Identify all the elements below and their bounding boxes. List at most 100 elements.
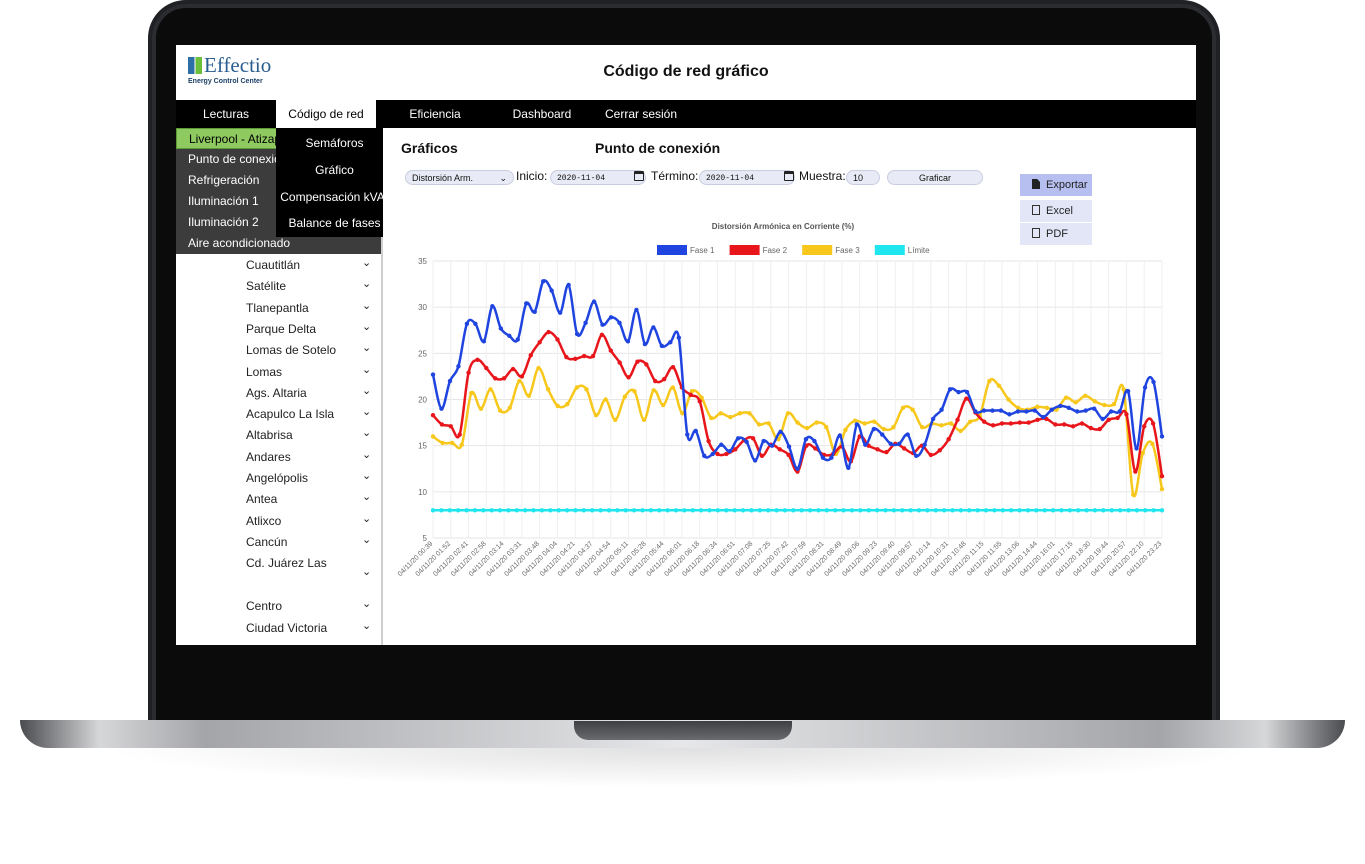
data-point [600, 322, 605, 327]
data-point [519, 374, 525, 379]
data-point [728, 414, 733, 420]
data-point [862, 421, 867, 426]
data-point [1102, 402, 1107, 408]
data-point [1067, 508, 1073, 513]
data-point [473, 321, 478, 326]
chevron-down-icon[interactable]: ⌄ [362, 512, 371, 525]
data-point [999, 421, 1005, 426]
data-point [947, 387, 953, 392]
nav-cerrar-sesion[interactable]: Cerrar sesión [596, 100, 686, 128]
data-point [910, 407, 915, 412]
nav-eficiencia[interactable]: Eficiencia energética [380, 100, 490, 149]
data-point [958, 508, 964, 513]
location-label: Acapulco La Isla [246, 407, 335, 422]
data-point [430, 508, 436, 513]
data-point [632, 388, 637, 394]
data-point [497, 408, 503, 413]
chevron-down-icon[interactable]: ⌄ [362, 320, 371, 333]
chevron-down-icon[interactable]: ⌄ [362, 619, 371, 632]
y-tick-label: 35 [418, 257, 427, 266]
data-point [735, 436, 741, 441]
chevron-down-icon[interactable]: ⌄ [362, 341, 371, 354]
data-point [1108, 409, 1114, 414]
data-point [690, 508, 695, 513]
chevron-down-icon[interactable]: ⌄ [362, 405, 371, 418]
data-point [507, 405, 512, 411]
y-tick-label: 20 [418, 396, 427, 405]
chevron-down-icon[interactable]: ⌄ [362, 533, 371, 546]
chevron-down-icon[interactable]: ⌄ [362, 597, 371, 610]
legend-swatch [874, 245, 905, 255]
data-point [526, 393, 532, 399]
data-point [941, 508, 947, 513]
data-point [930, 416, 936, 422]
data-point [506, 508, 511, 513]
app-header: Effectio Energy Control Center Código de… [176, 45, 1196, 100]
data-point [599, 332, 605, 338]
data-point [1125, 388, 1131, 394]
data-point [574, 385, 580, 390]
legend-label: Fase 1 [690, 246, 715, 255]
data-point [919, 425, 925, 430]
chevron-down-icon[interactable]: ⌄ [362, 426, 371, 439]
data-point [777, 447, 782, 452]
data-point [804, 425, 810, 431]
chevron-down-icon[interactable]: ⌄ [362, 565, 371, 578]
data-point [1025, 508, 1031, 513]
submenu-semaforos[interactable]: Semáforos [276, 136, 393, 150]
data-point [1151, 508, 1156, 513]
location-label: Centro [246, 599, 283, 614]
data-point [1083, 393, 1088, 399]
data-point [795, 466, 800, 471]
data-point [1066, 405, 1071, 411]
data-point [908, 508, 913, 513]
data-point [457, 432, 462, 437]
data-point [648, 508, 654, 513]
legend-label: Fase 3 [835, 246, 860, 255]
nav-lecturas[interactable]: Lecturas [176, 100, 276, 128]
chevron-down-icon[interactable]: ⌄ [362, 363, 371, 376]
chevron-down-icon[interactable]: ⌄ [362, 490, 371, 503]
data-point [937, 448, 942, 453]
chevron-down-icon[interactable]: ⌄ [362, 469, 371, 482]
data-point [590, 508, 595, 513]
data-point [744, 439, 749, 445]
submenu-grafico[interactable]: Gráfico [276, 163, 393, 177]
chevron-down-icon[interactable]: ⌄ [362, 448, 371, 461]
data-point [795, 420, 800, 425]
data-point [676, 335, 682, 340]
data-point [891, 508, 897, 513]
data-point [786, 444, 792, 449]
location-label: Andares [246, 449, 291, 464]
nav-dashboard[interactable]: Dashboard [502, 100, 582, 128]
data-point [812, 438, 817, 444]
top-nav: Lecturas Código de red Eficiencia energé… [176, 100, 1196, 149]
data-point [659, 343, 665, 349]
submenu-compensacion[interactable]: Compensación kVAr [276, 190, 393, 204]
data-point [883, 508, 888, 513]
y-tick-label: 5 [423, 534, 428, 543]
data-point [841, 508, 846, 513]
data-point [816, 508, 821, 513]
data-point [631, 508, 637, 513]
data-point [1143, 508, 1148, 513]
data-point [528, 352, 533, 358]
location-label: Lomas [246, 364, 283, 379]
chevron-down-icon[interactable]: ⌄ [362, 299, 371, 312]
data-point [1017, 420, 1022, 425]
data-point [532, 309, 537, 314]
data-point [1079, 421, 1085, 426]
data-point [484, 365, 489, 371]
nav-codigo-de-red[interactable]: Código de red [276, 100, 376, 128]
data-point [1073, 400, 1078, 405]
submenu-balance[interactable]: Balance de fases [276, 216, 393, 230]
data-point [955, 417, 960, 423]
data-point [833, 508, 838, 513]
chevron-down-icon[interactable]: ⌄ [362, 256, 371, 269]
data-point [642, 341, 648, 347]
data-point [1063, 395, 1069, 400]
data-point [708, 415, 714, 421]
data-point [715, 508, 721, 513]
chevron-down-icon[interactable]: ⌄ [362, 277, 371, 290]
chevron-down-icon[interactable]: ⌄ [362, 384, 371, 397]
